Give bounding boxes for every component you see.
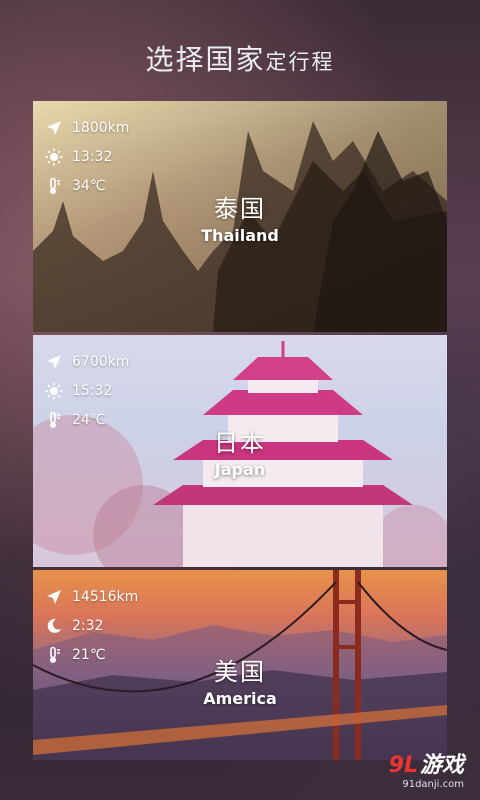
japan-stats: 6700km 15:32 24℃ xyxy=(45,347,129,434)
page-title-sub: 定行程 xyxy=(265,50,335,74)
time-value: 2:32 xyxy=(72,617,104,634)
watermark-logo: 9L游戏 xyxy=(388,753,464,778)
japan-name: 日本 Japan xyxy=(33,423,447,479)
site-watermark: 9L游戏 91danji.com xyxy=(389,747,464,790)
navigation-arrow-icon xyxy=(47,589,61,604)
moon-icon xyxy=(47,618,61,633)
distance-value: 14516km xyxy=(72,588,139,605)
country-name-cn: 美国 xyxy=(214,658,266,686)
page-title-main: 选择国家 xyxy=(145,43,266,76)
thailand-name: 泰国 Thailand xyxy=(33,189,447,245)
sun-icon xyxy=(45,148,63,165)
country-name-en: Japan xyxy=(214,460,266,479)
distance-value: 6700km xyxy=(72,353,130,370)
country-name-cn: 日本 xyxy=(214,429,266,457)
navigation-arrow-icon xyxy=(47,120,61,135)
page-title: 选择国家定行程 xyxy=(0,38,480,78)
watermark-site: 91danji.com xyxy=(402,779,464,790)
distance-stat: 1800km xyxy=(45,113,129,142)
time-value: 13:32 xyxy=(72,148,113,165)
destination-card-america[interactable]: 14516km 2:32 21℃ 美国 America xyxy=(33,570,447,760)
destination-card-thailand[interactable]: 1800km 13:32 34℃ 泰国 Thailand xyxy=(33,101,447,332)
distance-value: 1800km xyxy=(72,119,130,136)
country-name-en: Thailand xyxy=(201,226,279,245)
distance-stat: 6700km xyxy=(45,347,129,376)
time-stat: 13:32 xyxy=(45,142,129,171)
time-stat: 2:32 xyxy=(45,611,138,640)
sun-icon xyxy=(45,382,63,399)
country-name-en: America xyxy=(203,689,277,708)
destination-card-japan[interactable]: 6700km 15:32 24℃ 日本 Japan xyxy=(33,335,447,567)
time-stat: 15:32 xyxy=(45,376,129,405)
country-name-cn: 泰国 xyxy=(214,195,266,223)
america-name: 美国 America xyxy=(33,652,447,708)
navigation-arrow-icon xyxy=(47,354,61,369)
thailand-stats: 1800km 13:32 34℃ xyxy=(45,113,129,200)
distance-stat: 14516km xyxy=(45,582,138,611)
time-value: 15:32 xyxy=(72,382,113,399)
